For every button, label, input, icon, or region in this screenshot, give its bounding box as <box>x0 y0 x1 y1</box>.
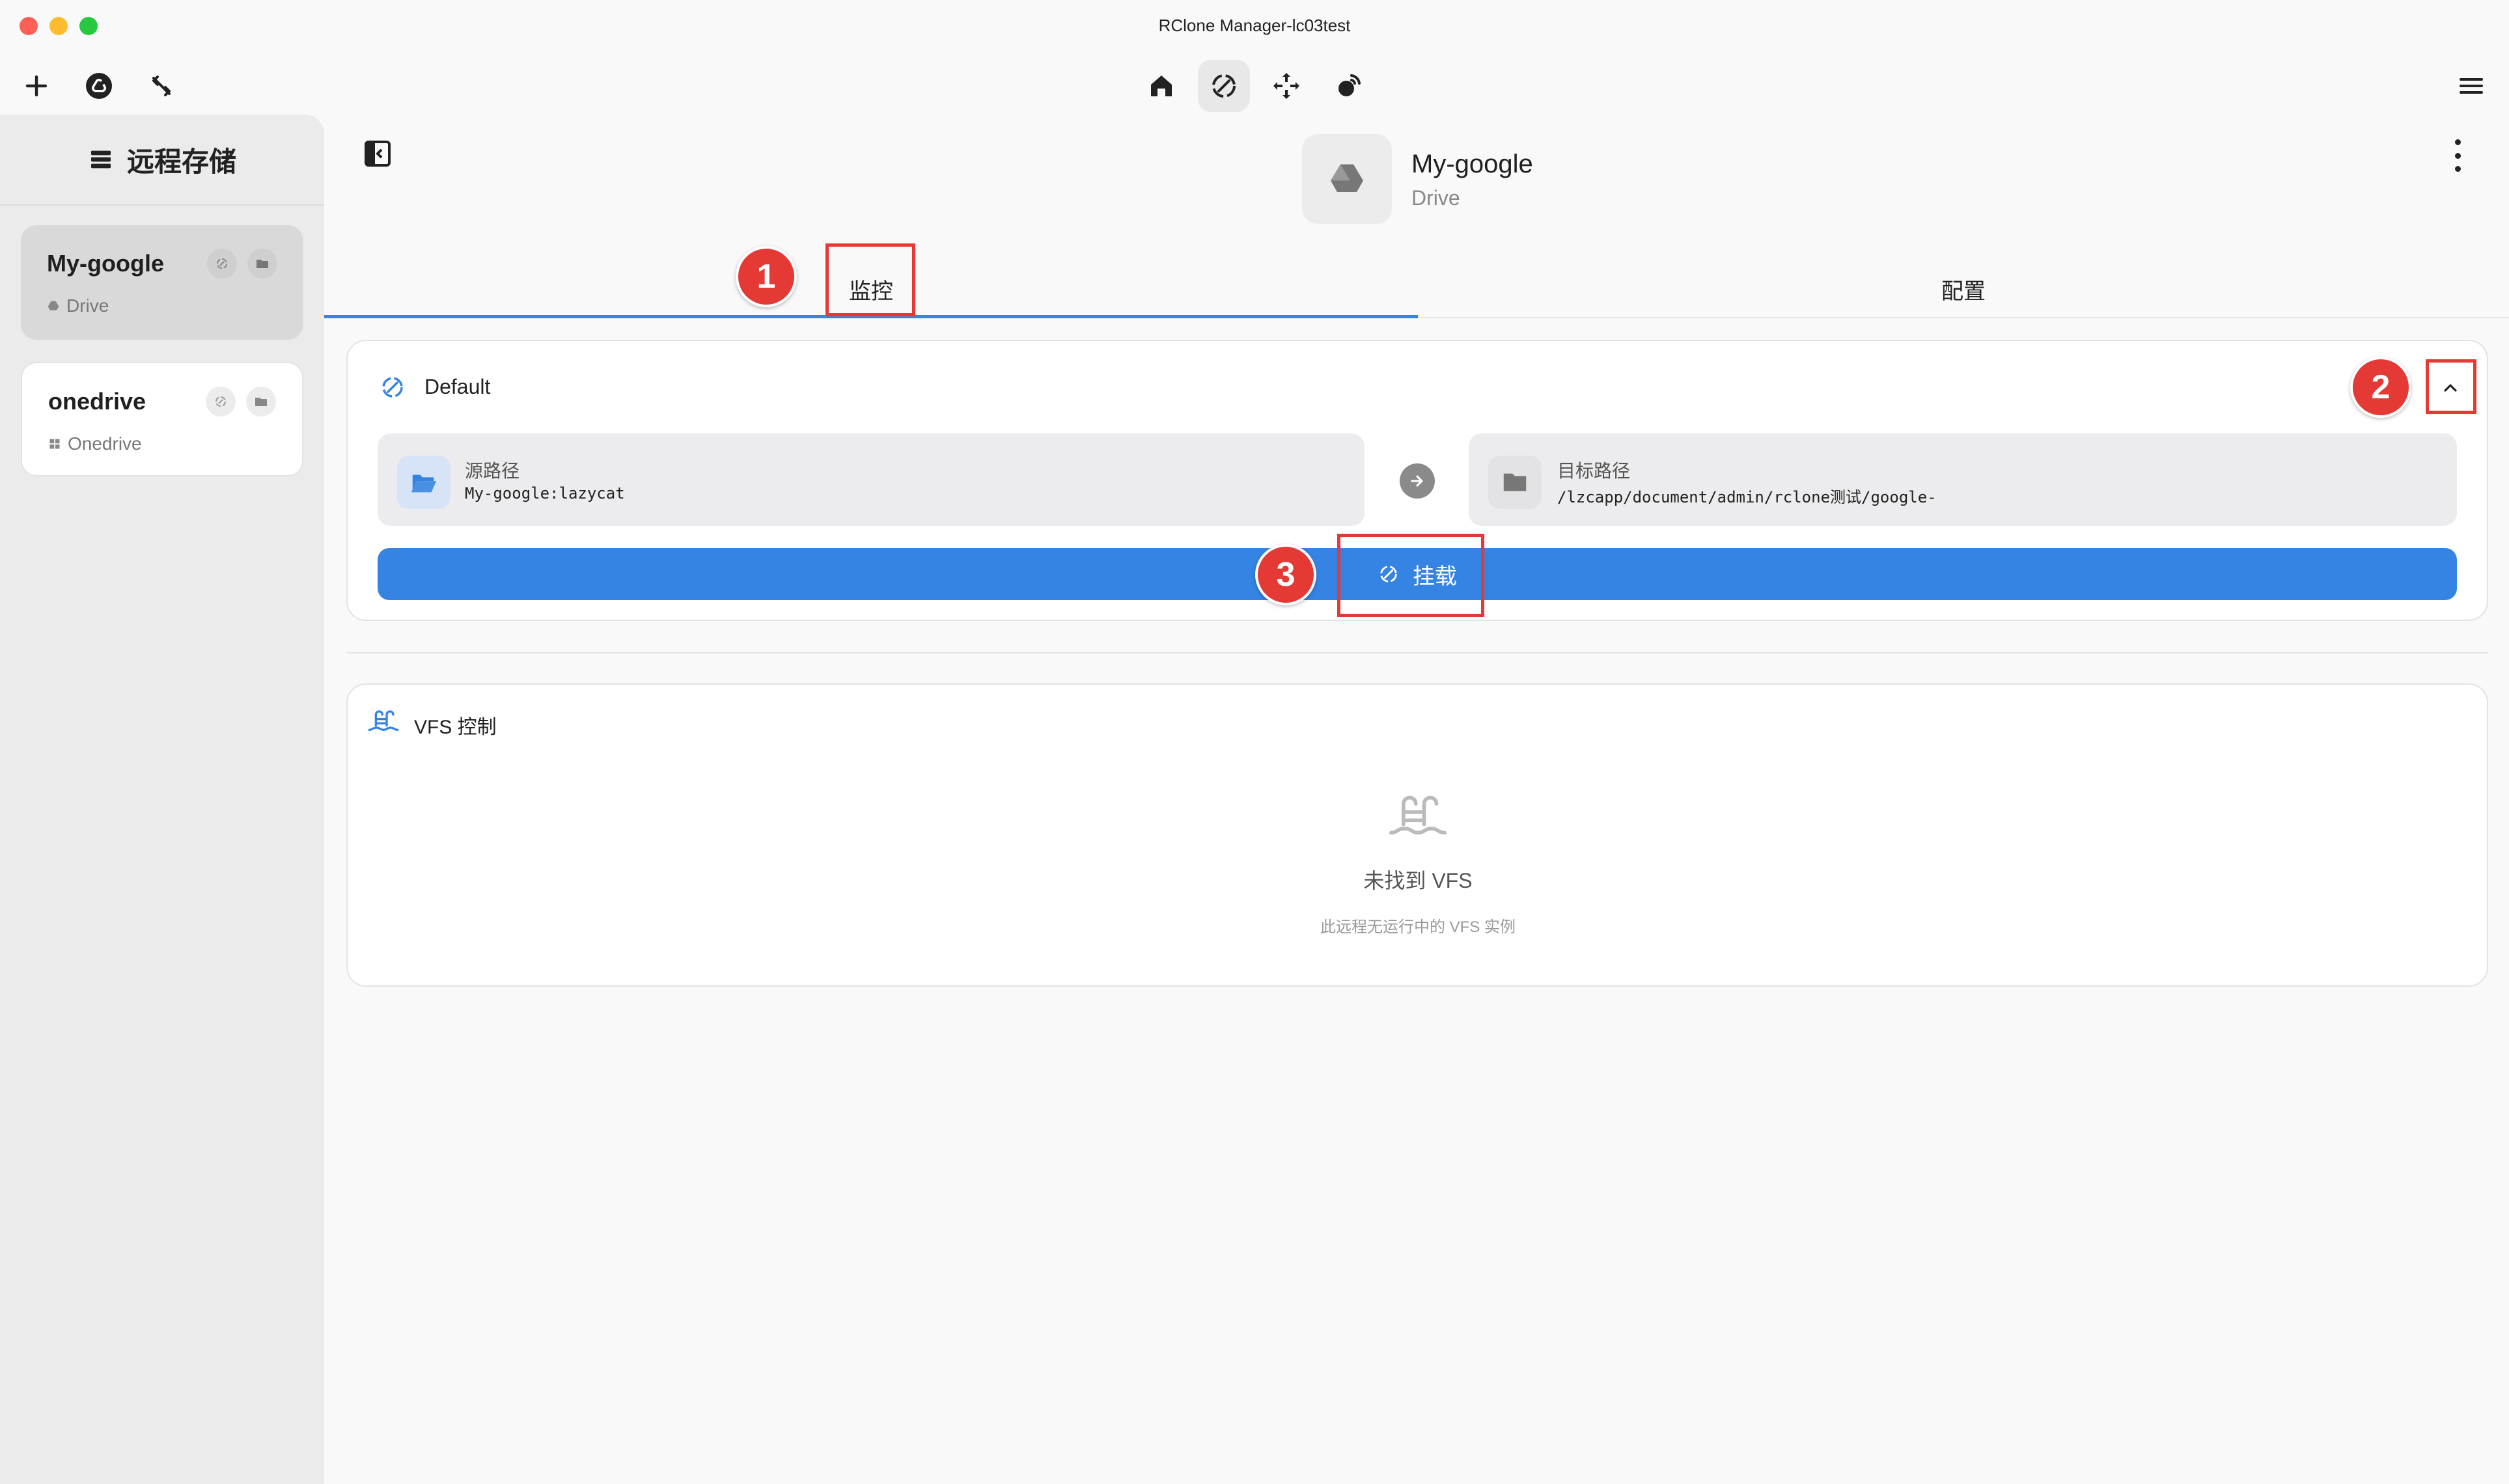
source-path-box <box>378 433 1365 526</box>
plus-icon <box>25 75 48 97</box>
tab-config[interactable]: 配置 <box>1418 260 2509 318</box>
sync-status-badge <box>247 249 277 279</box>
home-tab-button[interactable] <box>1135 60 1187 112</box>
sync-icon <box>1273 73 1299 99</box>
destination-folder-badge <box>1488 456 1542 509</box>
disconnect-button[interactable] <box>135 60 187 112</box>
mount-status-badge <box>207 249 237 279</box>
windows-icon <box>49 439 60 449</box>
rclone-logo-icon <box>86 73 112 99</box>
section-divider <box>346 652 2488 653</box>
sync-status-badge <box>246 387 276 417</box>
vfs-empty-title: 未找到 VFS <box>1363 869 1473 892</box>
sync-tab-button[interactable] <box>1260 60 1312 112</box>
source-folder-badge <box>397 456 451 509</box>
mount-status-badge <box>206 387 236 417</box>
vfs-card-title: VFS 控制 <box>414 717 497 738</box>
sidebar-item-my-google[interactable]: My-google Drive <box>21 225 303 340</box>
arrow-right-icon <box>1411 475 1423 487</box>
mount-icon <box>382 377 403 398</box>
pool-icon <box>368 710 399 732</box>
destination-path-value: /lzcapp/document/admin/rclone测试/google- <box>1557 488 1937 506</box>
pool-icon <box>1389 795 1447 835</box>
google-drive-icon <box>1331 164 1363 192</box>
annotation-box-2 <box>2426 359 2476 414</box>
sidebar-title: 远程存储 <box>126 146 236 177</box>
remote-title: My-google <box>1411 150 1533 178</box>
sidebar-item-onedrive[interactable]: onedrive Onedrive <box>21 362 303 476</box>
menu-icon <box>2460 78 2483 94</box>
add-remote-button[interactable] <box>10 60 62 112</box>
remote-type: Drive <box>66 295 109 316</box>
folder-sync-icon <box>255 398 267 406</box>
annotation-badge-2: 2 <box>2350 357 2411 418</box>
sidebar-toggle-icon <box>365 141 391 167</box>
toggle-sidebar-button[interactable] <box>362 138 393 169</box>
vfs-empty-subtitle: 此远程无运行中的 VFS 实例 <box>1320 918 1516 936</box>
remote-avatar <box>1302 134 1392 224</box>
folder-icon <box>1503 473 1527 491</box>
remote-subtitle: Drive <box>1411 186 1460 210</box>
folder-sync-icon <box>256 260 268 268</box>
annotation-badge-3: 3 <box>1255 544 1316 605</box>
remote-type: Onedrive <box>68 433 142 454</box>
mount-tab-button[interactable] <box>1198 60 1250 112</box>
mount-profile-name: Default <box>424 375 491 398</box>
destination-path-label: 目标路径 <box>1557 461 1631 481</box>
main-menu-button[interactable] <box>2445 60 2497 112</box>
mount-icon <box>217 258 227 269</box>
window-title: RClone Manager-lc03test <box>1158 16 1351 35</box>
mount-icon <box>1212 74 1236 98</box>
more-options-button[interactable] <box>2448 139 2467 172</box>
source-path-value: My-google:lazycat <box>465 484 625 502</box>
folder-open-icon <box>411 474 437 493</box>
storage-list-icon <box>90 150 111 169</box>
google-drive-icon <box>48 301 59 310</box>
serve-tab-button[interactable] <box>1323 60 1375 112</box>
home-icon <box>1151 76 1172 96</box>
source-path-label: 源路径 <box>465 461 520 481</box>
disconnect-icon <box>152 76 171 96</box>
mount-icon <box>215 396 226 407</box>
more-icon <box>2454 139 2461 145</box>
annotation-box-1 <box>825 243 915 316</box>
rclone-logo-button[interactable] <box>73 60 125 112</box>
serve-icon <box>1338 74 1361 96</box>
sidebar-header: 远程存储 <box>0 115 324 206</box>
annotation-badge-1: 1 <box>736 246 797 307</box>
annotation-box-3 <box>1337 534 1484 617</box>
direction-arrow <box>1400 463 1435 499</box>
